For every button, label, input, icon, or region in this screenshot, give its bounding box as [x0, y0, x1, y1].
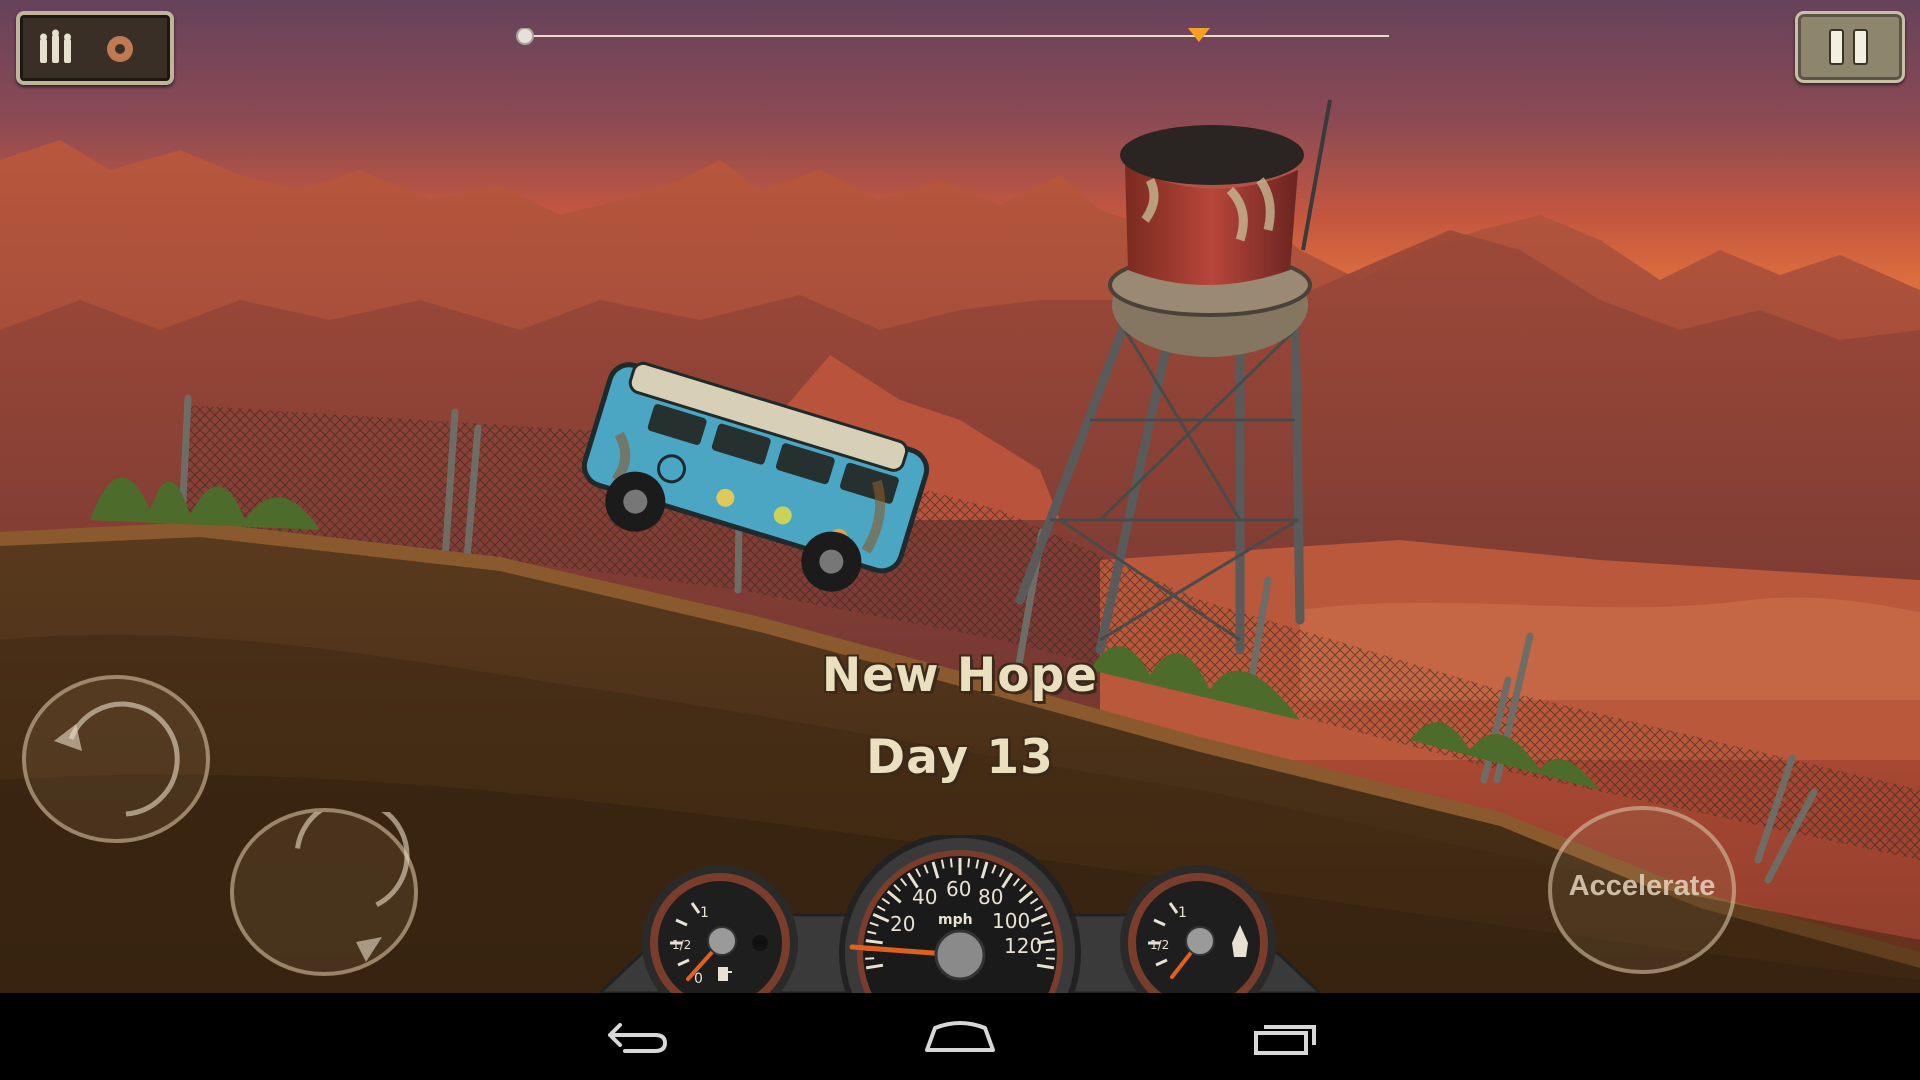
rotate-clockwise-icon [295, 798, 410, 962]
progress-marker [516, 27, 534, 45]
speedometer: 20 40 60 80 100 120 mph [839, 835, 1081, 993]
speed-tick-60: 60 [946, 877, 971, 901]
gear-icon [107, 36, 133, 62]
speed-tick-100: 100 [992, 909, 1030, 933]
back-icon [608, 1023, 668, 1053]
bullets-icon [40, 29, 71, 63]
level-progress-bar [515, 27, 1393, 45]
accelerate-label: Accelerate [1568, 870, 1716, 902]
pause-icon [1829, 29, 1868, 65]
weapon-panel[interactable] [16, 11, 174, 85]
level-progress-track [516, 27, 1389, 45]
speed-unit: mph [938, 912, 973, 928]
fuel-gauge: 1 1/2 0 [642, 865, 798, 993]
fuel-label-half: 1/2 [672, 938, 691, 952]
back-button[interactable] [580, 1000, 690, 1075]
speed-tick-mark [949, 858, 953, 868]
boost-label-half: 1/2 [1150, 938, 1169, 952]
speed-tick-mark [967, 858, 971, 868]
speed-tick-40: 40 [912, 885, 937, 909]
recent-apps-icon [1254, 1025, 1316, 1055]
speed-tick-mark [865, 957, 875, 960]
dashboard: 1 1/2 0 20 40 60 80 100 120 mph 1 1/2 [600, 835, 1320, 993]
location-name: New Hope [821, 648, 1099, 703]
speed-tick-mark [1045, 957, 1055, 960]
pause-button[interactable] [1795, 11, 1905, 83]
recent-apps-button[interactable] [1230, 1000, 1340, 1075]
tilt-back-button[interactable] [22, 675, 210, 843]
speed-tick-80: 80 [978, 885, 1003, 909]
day-counter: Day 13 [866, 730, 1054, 785]
home-button[interactable] [905, 1000, 1015, 1075]
rotate-counterclockwise-icon [54, 701, 180, 817]
speed-tick-20: 20 [890, 912, 915, 936]
weapon-panel-graphic [40, 29, 133, 63]
home-icon [925, 1021, 995, 1052]
boost-label-full: 1 [1178, 905, 1187, 921]
boost-gauge: 1 1/2 [1120, 865, 1276, 993]
tilt-forward-button[interactable] [230, 798, 418, 976]
fuel-label-full: 1 [700, 905, 709, 921]
speed-tick-120: 120 [1004, 934, 1042, 958]
